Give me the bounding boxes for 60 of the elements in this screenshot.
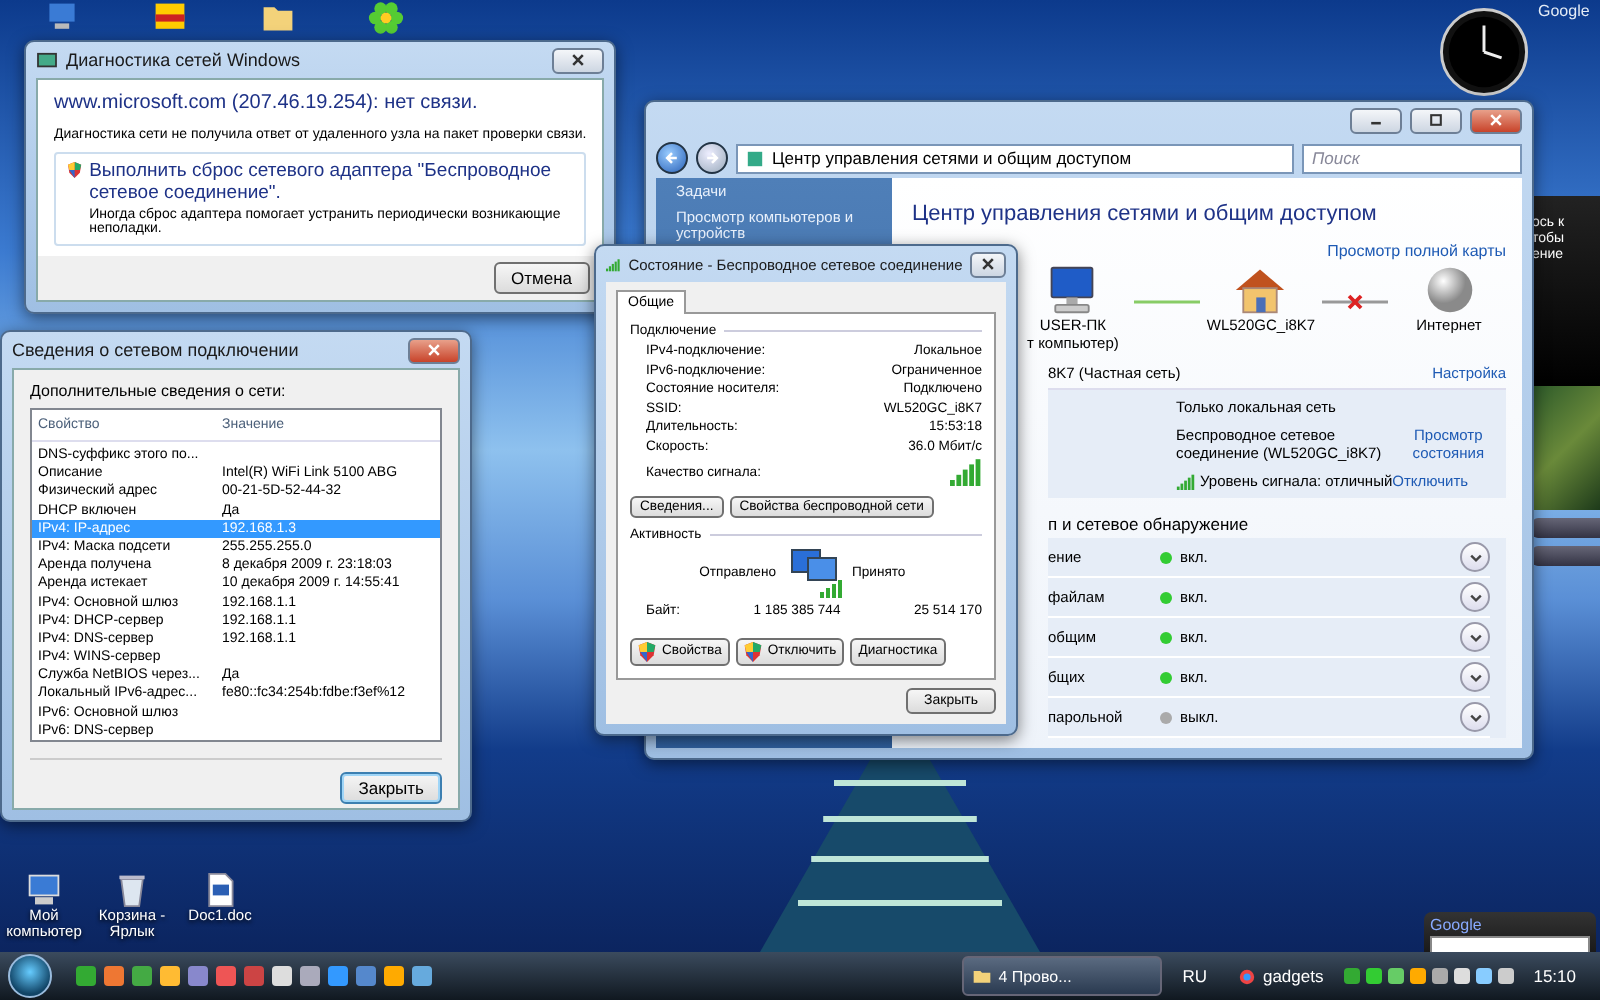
close-icon (980, 256, 997, 272)
error-heading: www.microsoft.com (207.46.19.254): нет связи. (54, 92, 480, 114)
toolbar-button[interactable]: gadgets (1226, 966, 1336, 986)
address-bar[interactable]: Центр управления сетями и общим доступом (736, 143, 1294, 173)
back-arrow-icon (664, 150, 680, 166)
clock-time[interactable]: 15:10 (1521, 966, 1588, 986)
window-title: Диагностика сетей Windows (66, 50, 302, 70)
close-icon (570, 52, 586, 68)
search-field[interactable]: Поиск (1302, 143, 1522, 173)
close-button[interactable] (552, 47, 604, 73)
section-heading: п и сетевое обнаружение (1048, 514, 1251, 534)
option-title: Выполнить сброс сетевого адаптера "Беспроводное сетевое соединение". (89, 160, 554, 204)
close-dialog-button[interactable]: Закрыть (340, 772, 442, 804)
chevron-down-icon (1467, 549, 1483, 565)
chevron-down-icon (1467, 709, 1483, 725)
expand-button[interactable] (1460, 662, 1490, 692)
house-icon (1232, 264, 1289, 316)
close-icon (426, 342, 442, 358)
start-button[interactable] (8, 954, 52, 998)
flower-icon[interactable] (368, 0, 404, 36)
photo-placeholder (1532, 386, 1600, 510)
signal-icon (606, 255, 621, 273)
minimize-button[interactable] (1350, 107, 1402, 133)
expand-button[interactable] (1460, 542, 1490, 572)
gadget-bar (1532, 518, 1600, 538)
shield-icon (68, 160, 82, 180)
list-caption: Дополнительные сведения о сети: (30, 382, 288, 400)
close-icon (1488, 112, 1504, 128)
chevron-down-icon (1467, 669, 1483, 685)
language-indicator[interactable]: RU (1170, 966, 1219, 986)
expand-button[interactable] (1460, 582, 1490, 612)
full-map-link[interactable]: Просмотр полной карты (1327, 242, 1506, 260)
chevron-down-icon (1467, 629, 1483, 645)
cancel-button[interactable]: Отмена (493, 262, 590, 294)
close-button[interactable] (970, 251, 1006, 277)
gadget-title: Google (1430, 916, 1482, 934)
gadget-label: Google (1538, 2, 1590, 20)
recycle-bin-icon (114, 872, 150, 908)
shield-icon (743, 641, 762, 661)
taskbar-button[interactable]: 4 Прово... (962, 956, 1163, 996)
page-title: Центр управления сетями и общим доступом (912, 202, 1379, 226)
forward-button[interactable] (696, 142, 728, 174)
expand-button[interactable] (1460, 622, 1490, 652)
signal-icon (950, 458, 982, 486)
computer-icon (26, 872, 62, 908)
document-icon (202, 872, 238, 908)
browser-icon (1238, 967, 1257, 985)
gadget-bar (1532, 546, 1600, 566)
forward-arrow-icon (704, 150, 720, 166)
clock-icon (1440, 8, 1528, 96)
folder-icon (972, 966, 993, 986)
back-button[interactable] (656, 142, 688, 174)
shield-icon (638, 641, 656, 661)
maximize-icon (1428, 112, 1444, 128)
chevron-down-icon (1467, 589, 1483, 605)
window-title: Сведения о сетевом подключении (12, 340, 301, 360)
expand-button[interactable] (1460, 702, 1490, 732)
maximize-button[interactable] (1410, 107, 1462, 133)
signal-icon (1176, 473, 1196, 489)
address-text: Центр управления сетями и общим доступом (772, 148, 1132, 168)
